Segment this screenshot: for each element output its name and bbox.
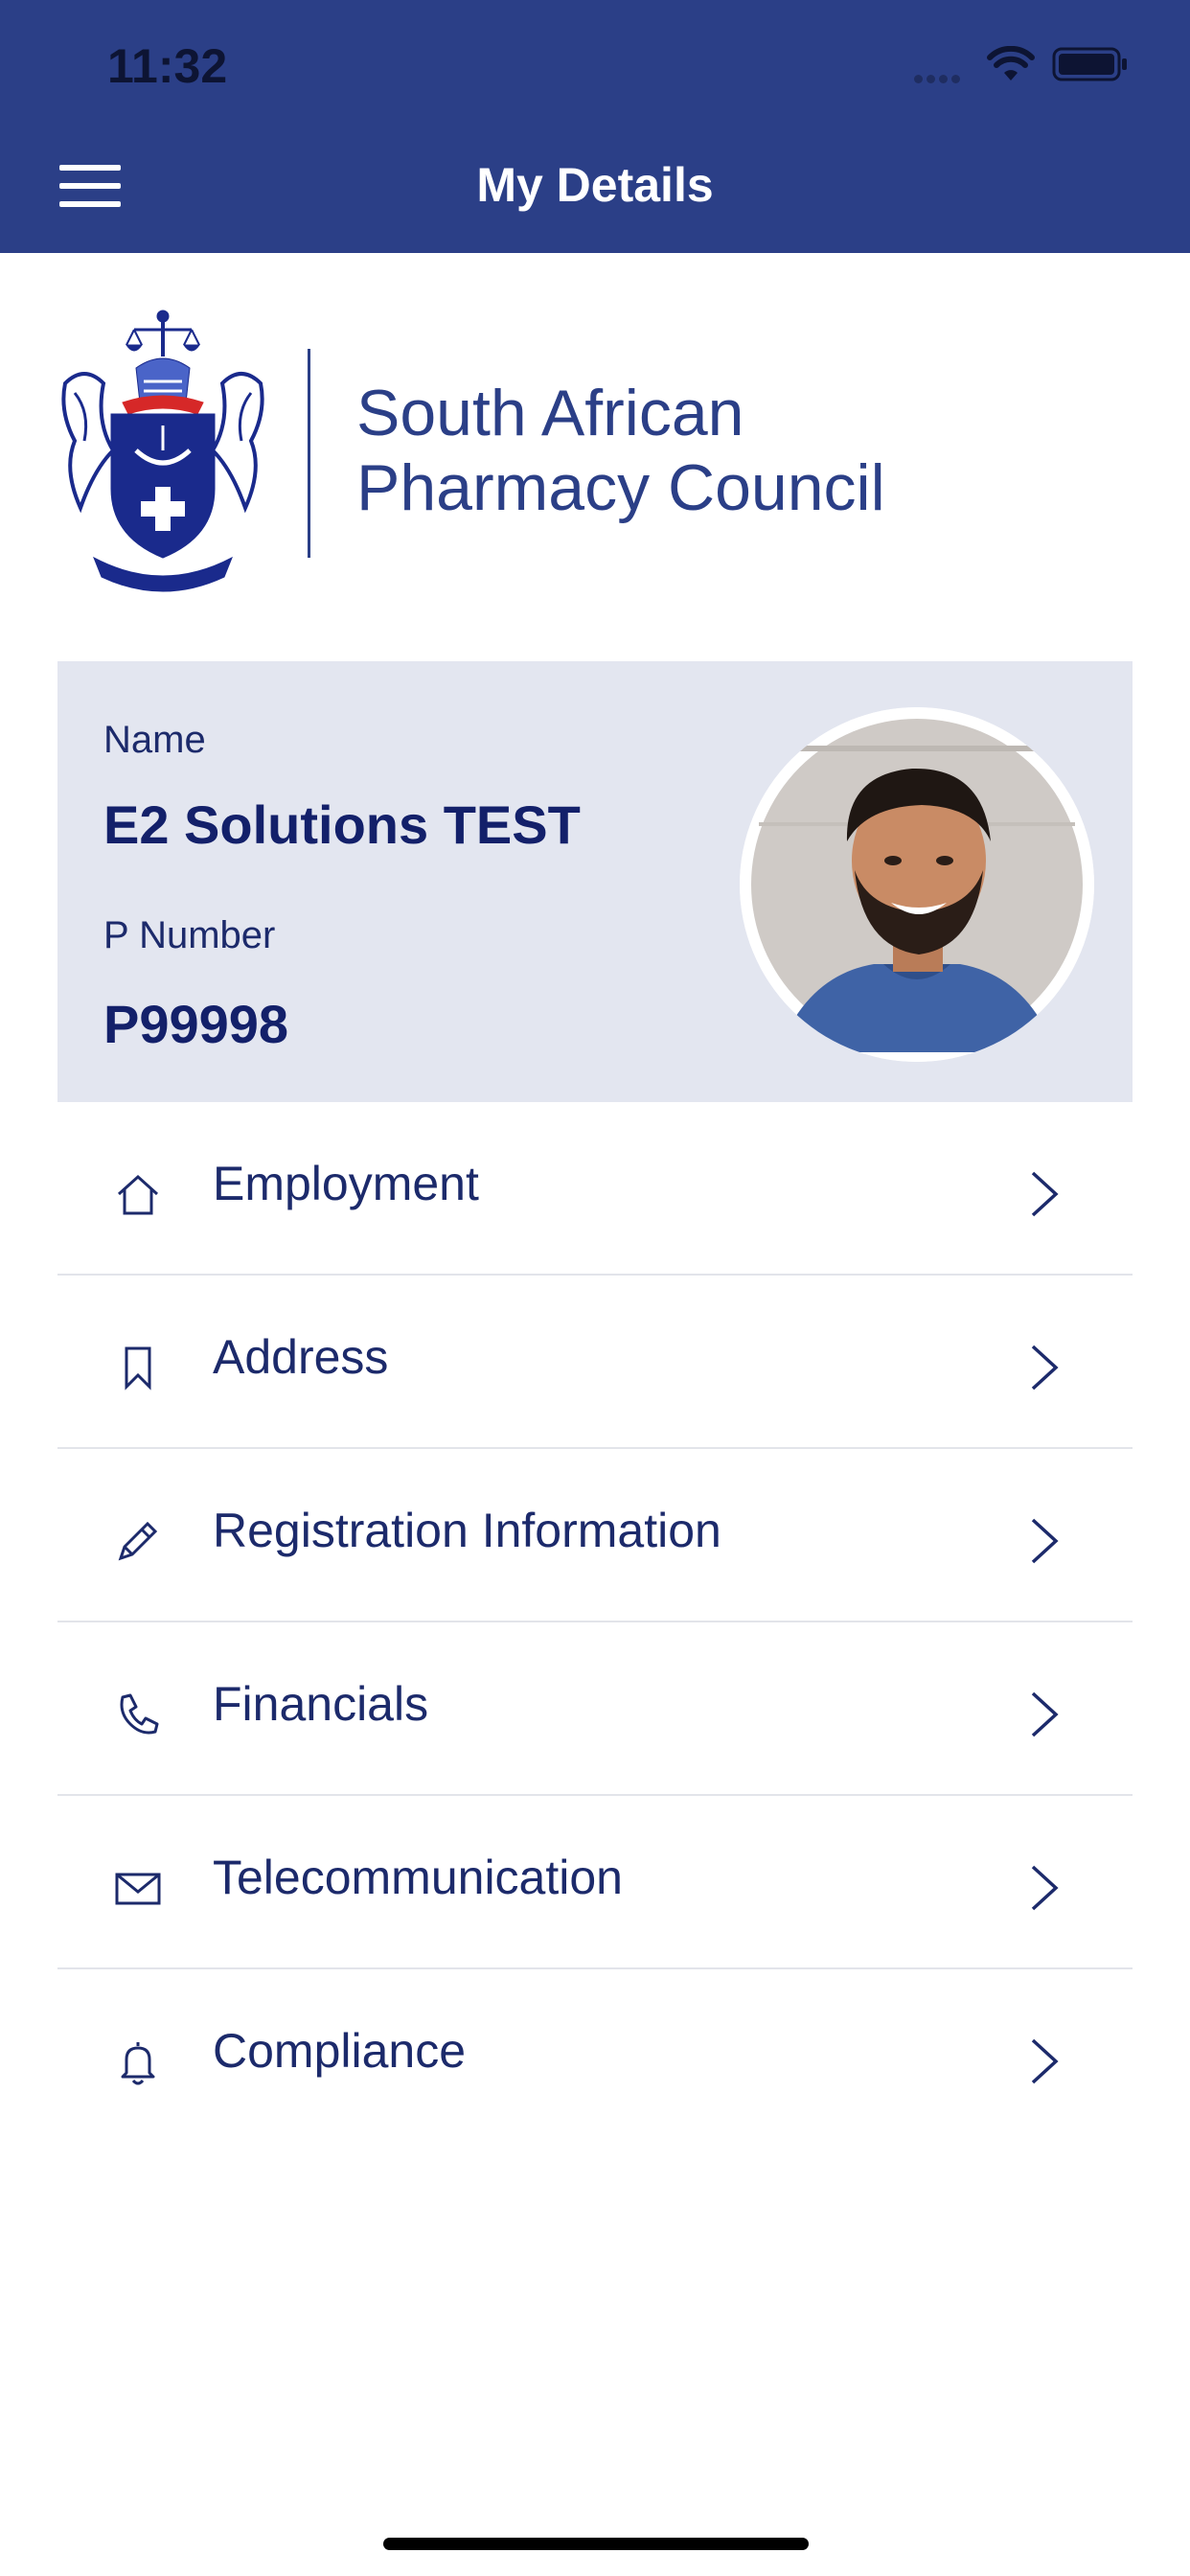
chevron-right-icon	[1031, 1171, 1059, 1217]
page-title: My Details	[476, 158, 714, 212]
profile-card: Name E2 Solutions TEST P Number P99998	[57, 661, 1133, 1102]
details-menu: Employment Address Registration Informat…	[57, 1102, 1133, 2141]
menu-item-employment[interactable]: Employment	[57, 1102, 1133, 1276]
menu-item-telecommunication[interactable]: Telecommunication	[57, 1796, 1133, 1969]
menu-item-label: Registration Information	[213, 1504, 721, 1557]
top-bar: 11:32 My Details	[0, 0, 1190, 253]
menu-item-address[interactable]: Address	[57, 1276, 1133, 1449]
chevron-right-icon	[1031, 1691, 1059, 1737]
status-time: 11:32	[107, 39, 228, 93]
chevron-right-icon	[1031, 1865, 1059, 1911]
name-value: E2 Solutions TEST	[103, 794, 581, 855]
menu-item-financials[interactable]: Financials	[57, 1622, 1133, 1796]
battery-icon	[1052, 47, 1127, 81]
avatar[interactable]	[740, 707, 1094, 1062]
organisation-name-line2: Pharmacy Council	[356, 451, 885, 524]
phone-icon	[120, 1693, 159, 1735]
logo-divider	[308, 349, 310, 558]
cellular-signal-icon	[914, 71, 964, 88]
wifi-icon	[987, 46, 1035, 80]
menu-item-label: Address	[213, 1330, 389, 1384]
chevron-right-icon	[1031, 2038, 1059, 2084]
menu-item-label: Compliance	[213, 2024, 467, 2078]
organisation-name: South African Pharmacy Council	[356, 376, 885, 525]
bell-icon	[121, 2042, 155, 2085]
organisation-name-line1: South African	[356, 377, 744, 449]
menu-item-label: Financials	[213, 1677, 429, 1731]
chevron-right-icon	[1031, 1345, 1059, 1391]
pencil-icon	[118, 1521, 158, 1561]
name-label: Name	[103, 719, 206, 761]
menu-item-label: Telecommunication	[213, 1851, 623, 1904]
mail-icon	[115, 1873, 161, 1905]
chevron-right-icon	[1031, 1518, 1059, 1564]
menu-item-compliance[interactable]: Compliance	[57, 1969, 1133, 2141]
menu-item-registration-information[interactable]: Registration Information	[57, 1449, 1133, 1622]
pnumber-value: P99998	[103, 994, 289, 1054]
pnumber-label: P Number	[103, 914, 276, 956]
bookmark-icon	[125, 1346, 151, 1391]
home-indicator[interactable]	[383, 2538, 809, 2550]
menu-item-label: Employment	[213, 1157, 479, 1210]
sapc-crest-logo	[61, 310, 264, 592]
home-icon	[117, 1174, 159, 1215]
